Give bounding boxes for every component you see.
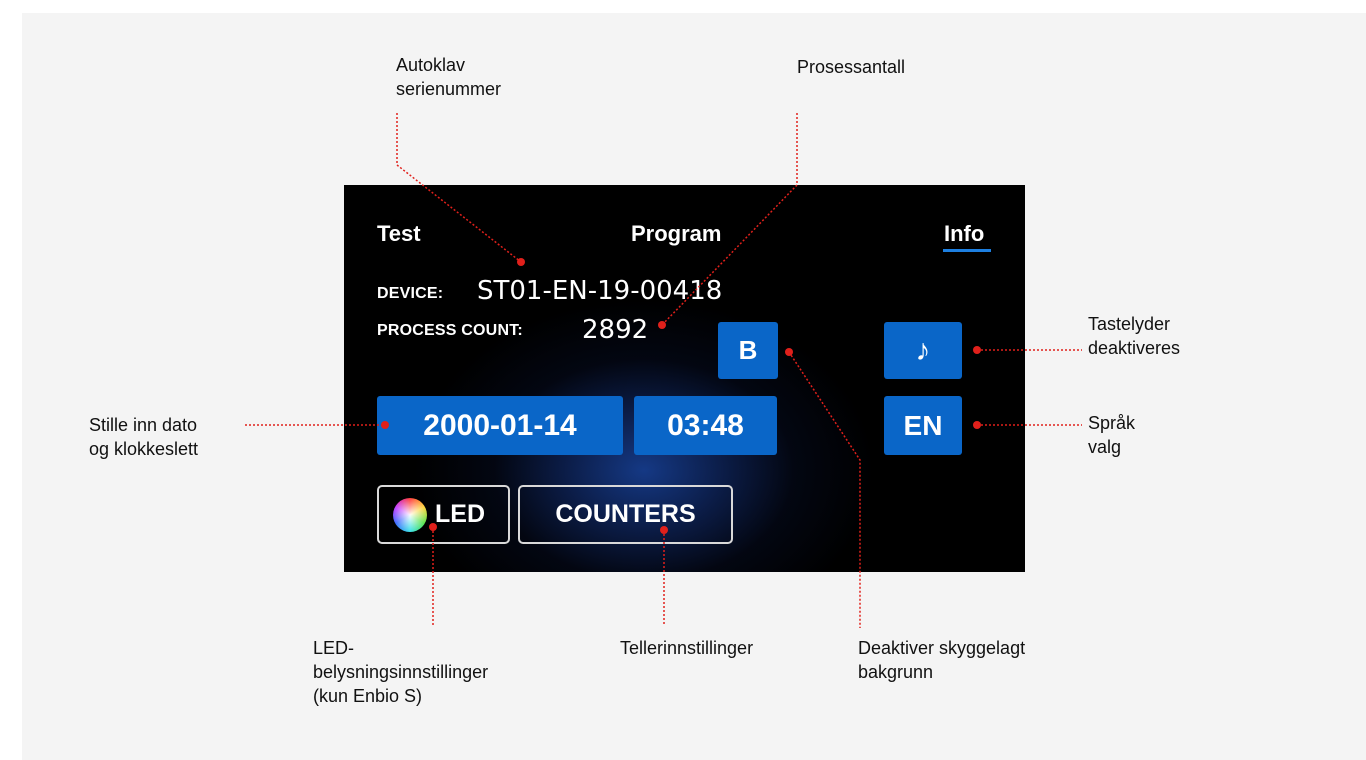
leader-dot-datetime: [381, 421, 389, 429]
leader-background: [788, 351, 861, 628]
leader-dot-count: [658, 321, 666, 329]
callout-led-settings: LED- belysningsinnstillinger (kun Enbio …: [313, 636, 583, 708]
callout-date-time: Stille inn dato og klokkeslett: [89, 413, 269, 461]
callout-bg-line2: bakgrunn: [858, 662, 934, 682]
leader-serial: [396, 113, 522, 263]
leader-dot-background: [785, 348, 793, 356]
callout-shaded-background: Deaktiver skyggelagt bakgrunn: [858, 636, 1118, 684]
callout-led-line2: belysningsinnstillinger: [313, 662, 489, 682]
callout-key-sounds: Tastelyder deaktiveres: [1088, 312, 1248, 360]
callout-serial-number: Autoklav serienummer: [396, 53, 596, 101]
callout-led-line3: (kun Enbio S): [313, 686, 423, 706]
callout-bg-line1: Deaktiver skyggelagt: [858, 638, 1026, 658]
leader-dot-led: [429, 523, 437, 531]
callout-key-line1: Tastelyder: [1088, 314, 1171, 334]
callout-lang-line2: valg: [1088, 437, 1122, 457]
callout-led-line1: LED-: [313, 638, 355, 658]
leader-dot-counters: [660, 526, 668, 534]
callout-lang-line1: Språk: [1088, 413, 1136, 433]
leader-dot-language: [973, 421, 981, 429]
callout-serial-line1: Autoklav: [396, 55, 466, 75]
callout-counters-line1: Tellerinnstillinger: [620, 638, 754, 658]
callout-date-line1: Stille inn dato: [89, 415, 198, 435]
leader-dot-serial: [517, 258, 525, 266]
callout-process-count: Prosessantall: [797, 55, 997, 79]
callout-counter-settings: Tellerinnstillinger: [620, 636, 840, 660]
leader-count: [661, 113, 798, 326]
callout-language: Språk valg: [1088, 411, 1208, 459]
callout-date-line2: og klokkeslett: [89, 439, 199, 459]
callout-key-line2: deaktiveres: [1088, 338, 1181, 358]
callout-count-line1: Prosessantall: [797, 57, 906, 77]
leader-dot-key-sounds: [973, 346, 981, 354]
callout-serial-line2: serienummer: [396, 79, 502, 99]
